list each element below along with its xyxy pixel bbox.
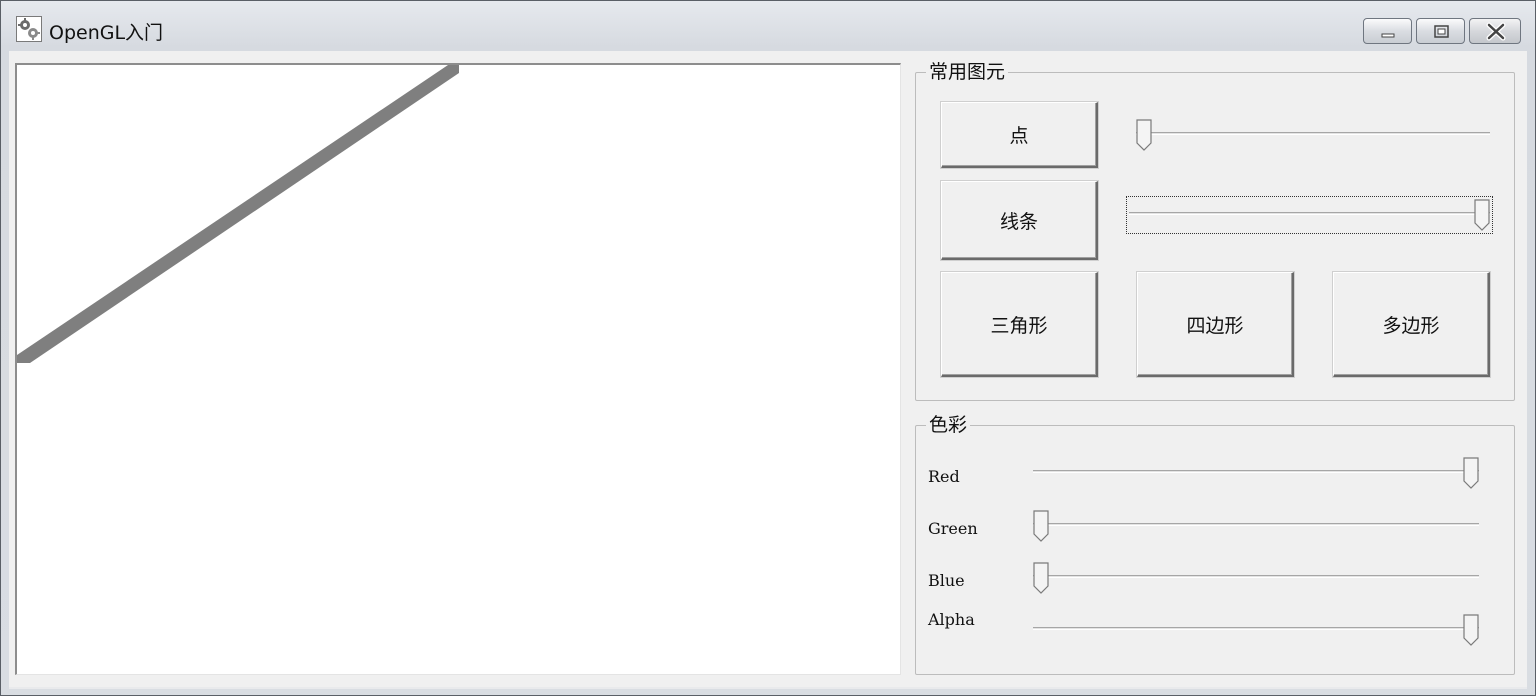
maximize-icon xyxy=(1434,25,1449,38)
close-icon xyxy=(1486,22,1506,41)
alpha-slider[interactable] xyxy=(1033,614,1479,646)
client-area: 常用图元 点 线条 三角形 四边形 多边形 色彩 Red Green Blue … xyxy=(9,51,1527,687)
window-title: OpenGL入门 xyxy=(49,22,164,44)
window-bottom-edge xyxy=(9,687,1527,689)
primitives-group: 常用图元 点 线条 三角形 四边形 多边形 xyxy=(915,61,1515,401)
point-size-slider[interactable] xyxy=(1136,119,1490,151)
red-slider[interactable] xyxy=(1033,457,1479,489)
green-label: Green xyxy=(928,519,978,538)
line-button[interactable]: 线条 xyxy=(941,181,1098,260)
slider-thumb-icon[interactable] xyxy=(1136,119,1152,151)
opengl-canvas[interactable] xyxy=(15,63,901,675)
slider-thumb-icon[interactable] xyxy=(1033,510,1049,542)
rendered-line xyxy=(17,65,459,363)
minimize-icon xyxy=(1381,33,1395,38)
slider-thumb-icon[interactable] xyxy=(1033,562,1049,594)
triangle-button-label: 三角形 xyxy=(990,314,1048,337)
slider-thumb-icon[interactable] xyxy=(1474,199,1490,231)
blue-slider[interactable] xyxy=(1033,562,1479,594)
colors-group: 色彩 Red Green Blue Alpha xyxy=(915,414,1515,675)
colors-group-title: 色彩 xyxy=(926,414,971,436)
triangle-button[interactable]: 三角形 xyxy=(941,272,1098,377)
polygon-button-label: 多边形 xyxy=(1382,314,1440,337)
point-button[interactable]: 点 xyxy=(941,102,1098,168)
line-width-slider[interactable] xyxy=(1126,196,1493,234)
app-window: OpenGL入门 常用图元 点 线条 三角形 四边形 多边形 色彩 Red Gr… xyxy=(0,0,1536,696)
red-label: Red xyxy=(928,467,960,486)
point-button-label: 点 xyxy=(1009,125,1029,147)
slider-thumb-icon[interactable] xyxy=(1463,457,1479,489)
polygon-button[interactable]: 多边形 xyxy=(1333,272,1490,377)
slider-thumb-icon[interactable] xyxy=(1463,614,1479,646)
quad-button[interactable]: 四边形 xyxy=(1137,272,1294,377)
maximize-button[interactable] xyxy=(1416,18,1465,44)
line-button-label: 线条 xyxy=(999,210,1038,233)
blue-label: Blue xyxy=(928,571,965,590)
quad-button-label: 四边形 xyxy=(1186,314,1244,337)
minimize-button[interactable] xyxy=(1363,18,1412,44)
app-gears-icon[interactable] xyxy=(16,16,42,42)
primitives-group-title: 常用图元 xyxy=(926,61,1009,83)
green-slider[interactable] xyxy=(1033,510,1479,542)
title-bar[interactable]: OpenGL入门 xyxy=(1,1,1535,47)
close-button[interactable] xyxy=(1469,18,1521,44)
alpha-label: Alpha xyxy=(928,610,975,629)
